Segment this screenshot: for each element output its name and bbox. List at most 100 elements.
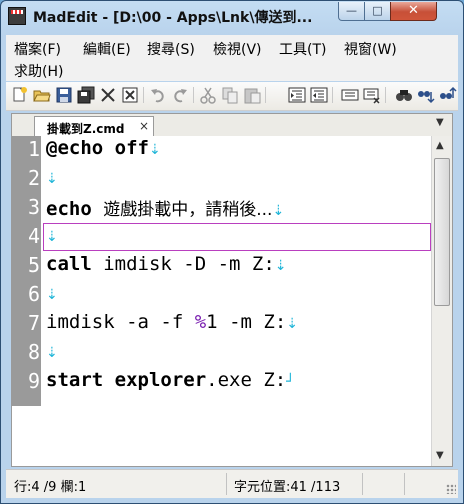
- token-text: imdisk -D -m Z:: [91, 253, 275, 275]
- open-file-icon[interactable]: [33, 86, 51, 104]
- toolbar-separator: [193, 87, 194, 103]
- uncomment-icon[interactable]: [363, 86, 381, 104]
- eol-marker-icon: ⇣: [46, 171, 58, 187]
- eol-marker-icon: ⇣: [286, 316, 298, 332]
- scroll-up-icon[interactable]: ▲: [436, 140, 444, 151]
- line-number: 1: [27, 137, 40, 161]
- paste-icon[interactable]: [243, 86, 261, 104]
- tab-close-icon[interactable]: ×: [139, 119, 149, 133]
- token-keyword: start explorer: [46, 369, 207, 391]
- eol-marker-icon: ⇣: [274, 258, 287, 274]
- status-bar: 行:4 /9 欄:1 字元位置:41 /113: [6, 469, 458, 498]
- copy-icon[interactable]: [221, 86, 239, 104]
- status-separator: [404, 473, 405, 495]
- vertical-scrollbar[interactable]: ▲ ▼: [431, 136, 452, 466]
- token-at: @: [46, 137, 58, 159]
- unindent-icon[interactable]: [310, 86, 328, 104]
- scroll-down-icon[interactable]: ▼: [436, 450, 444, 461]
- eol-marker-icon: ⇣: [46, 229, 58, 245]
- line-number: 4: [27, 224, 40, 248]
- line-content: start explorer.exe Z:┘: [46, 369, 295, 391]
- code-line: 2 ⇣: [12, 165, 432, 194]
- minimize-button[interactable]: —: [338, 2, 365, 21]
- menu-file[interactable]: 檔案(F): [14, 39, 61, 59]
- menu-bar: 檔案(F) 編輯(E) 搜尋(S) 檢視(V) 工具(T) 視窗(W) 求助(H…: [6, 35, 458, 81]
- status-separator: [362, 473, 363, 495]
- line-number: 6: [27, 282, 40, 306]
- token-variable: %: [194, 311, 207, 333]
- tab-list-dropdown-icon[interactable]: ▼: [436, 117, 444, 128]
- redo-icon[interactable]: [171, 86, 189, 104]
- menu-view[interactable]: 檢視(V): [213, 39, 262, 59]
- token-keyword: echo off: [57, 137, 149, 159]
- close-file-icon[interactable]: [99, 86, 117, 104]
- find-next-icon[interactable]: [417, 86, 435, 104]
- token-keyword: call: [46, 253, 92, 275]
- line-content: ⇣: [46, 340, 58, 362]
- line-content: echo 遊戲掛載中，請稍後...⇣: [46, 195, 284, 220]
- eol-marker-icon: ⇣: [46, 345, 58, 361]
- eol-marker-icon: ⇣: [272, 203, 285, 219]
- indent-icon[interactable]: [288, 86, 306, 104]
- menu-tools[interactable]: 工具(T): [279, 39, 326, 59]
- cut-icon[interactable]: [199, 86, 217, 104]
- maximize-button[interactable]: □: [364, 2, 391, 21]
- toolbar-separator: [332, 87, 333, 103]
- token-number: 1: [206, 311, 218, 333]
- save-icon[interactable]: [55, 86, 73, 104]
- line-number: 3: [27, 195, 40, 219]
- menu-edit[interactable]: 編輯(E): [83, 39, 131, 59]
- save-all-icon[interactable]: [77, 86, 95, 104]
- madedit-window: MadEdit - [D:\00 - Apps\Lnk\傳送到... — □ ✕…: [0, 0, 464, 504]
- code-line: 1 @echo off⇣: [12, 136, 432, 165]
- tab-file[interactable]: 掛載到Z.cmd ×: [34, 116, 154, 138]
- token-text: imdisk -a -f: [46, 311, 195, 333]
- eol-marker-icon: ⇣: [46, 287, 58, 303]
- status-separator: [226, 473, 227, 495]
- menu-search[interactable]: 搜尋(S): [147, 39, 195, 59]
- close-all-icon[interactable]: [121, 86, 139, 104]
- code-line: 4 ⇣: [12, 223, 432, 252]
- resize-grip-icon[interactable]: [446, 484, 456, 494]
- token-text: .exe Z:: [206, 369, 287, 391]
- status-char-position: 字元位置:41 /113: [234, 480, 341, 495]
- code-line: 5 call imdisk -D -m Z:⇣: [12, 252, 432, 281]
- tab-bar: 掛載到Z.cmd × ▼: [11, 113, 453, 138]
- line-number: 2: [27, 166, 40, 190]
- status-line-column: 行:4 /9 欄:1: [14, 480, 87, 495]
- title-bar[interactable]: MadEdit - [D:\00 - Apps\Lnk\傳送到... — □ ✕: [1, 1, 463, 33]
- new-file-icon[interactable]: [11, 86, 29, 104]
- line-content: ⇣: [46, 166, 58, 188]
- code-line: 8 ⇣: [12, 339, 432, 368]
- code-line: 6 ⇣: [12, 281, 432, 310]
- line-number: 8: [27, 340, 40, 364]
- code-line: 7 imdisk -a -f %1 -m Z:⇣: [12, 310, 432, 339]
- window-title: MadEdit - [D:\00 - Apps\Lnk\傳送到...: [33, 10, 313, 26]
- find-icon[interactable]: [395, 86, 413, 104]
- line-content: call imdisk -D -m Z:⇣: [46, 253, 287, 275]
- madedit-app-icon: [8, 7, 26, 25]
- toolbar-separator: [143, 87, 144, 103]
- token-text: -m Z:: [217, 311, 287, 333]
- menu-window[interactable]: 視窗(W): [344, 39, 397, 59]
- line-number: 5: [27, 253, 40, 277]
- code-editor[interactable]: 1 @echo off⇣ 2 ⇣ 3 echo 遊戲掛載中，請稍後...⇣ 4 …: [11, 136, 453, 467]
- find-prev-icon[interactable]: [439, 86, 457, 104]
- token-keyword: echo: [46, 198, 92, 220]
- menu-help[interactable]: 求助(H): [14, 61, 63, 81]
- eol-marker-icon: ⇣: [148, 142, 161, 158]
- scrollbar-thumb[interactable]: [434, 158, 450, 306]
- token-text: 遊戲掛載中，請稍後...: [103, 200, 273, 220]
- line-content: imdisk -a -f %1 -m Z:⇣: [46, 311, 298, 333]
- toolbar-separator: [265, 87, 266, 103]
- line-content: ⇣: [46, 224, 58, 246]
- line-content: ⇣: [46, 282, 58, 304]
- eof-marker-icon: ┘: [286, 374, 295, 390]
- line-number: 7: [27, 311, 40, 335]
- undo-icon[interactable]: [149, 86, 167, 104]
- comment-icon[interactable]: [341, 86, 359, 104]
- line-content: @echo off⇣: [46, 137, 161, 159]
- toolbar-separator: [385, 87, 386, 103]
- close-window-button[interactable]: ✕: [390, 2, 437, 21]
- code-line: 9 start explorer.exe Z:┘: [12, 368, 432, 397]
